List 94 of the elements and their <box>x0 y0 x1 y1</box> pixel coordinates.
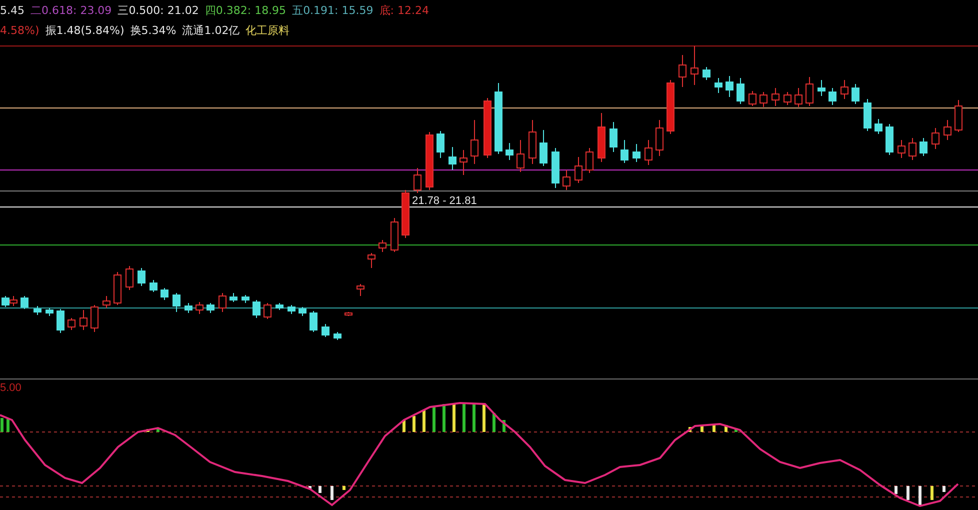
candlestick <box>620 140 628 164</box>
quote-info-text: 振1.48(5.84%) <box>45 22 124 38</box>
candlestick <box>818 80 826 96</box>
candlestick <box>678 54 686 88</box>
candlestick <box>414 168 422 194</box>
candlestick <box>840 80 848 100</box>
candlestick <box>80 310 88 330</box>
candlestick <box>632 144 640 162</box>
candlestick <box>954 100 962 132</box>
candlestick <box>426 132 434 190</box>
candlestick <box>344 312 352 316</box>
candlestick <box>702 66 710 80</box>
quote-info-text: 4.58%) <box>0 24 40 36</box>
candlestick <box>610 122 618 152</box>
candlestick <box>644 140 652 166</box>
candlestick <box>460 150 468 176</box>
price-range-label: 21.78 - 21.81 <box>412 195 477 207</box>
candlestick <box>598 112 606 162</box>
quote-info-text: 换5.34% <box>130 22 176 38</box>
candlestick <box>852 84 860 104</box>
candlestick <box>206 302 214 314</box>
candlestick <box>874 118 882 134</box>
fib-level-label: 二0.618: 23.09 <box>30 2 112 18</box>
candlestick <box>886 124 894 156</box>
fib-level-label: 五0.191: 15.59 <box>292 2 374 18</box>
candlestick <box>126 266 134 290</box>
candlestick <box>56 308 64 334</box>
candlestick <box>806 76 814 106</box>
candlestick <box>102 296 110 308</box>
candlestick <box>150 280 158 292</box>
candlestick <box>230 292 238 302</box>
candlestick <box>334 332 342 340</box>
candlestick <box>920 138 928 156</box>
candlestick <box>184 302 192 314</box>
candlestick <box>828 88 836 106</box>
candlestick <box>402 190 410 238</box>
candlestick <box>470 120 478 164</box>
candlestick <box>562 170 570 190</box>
candlestick <box>784 92 792 106</box>
candlestick <box>68 318 76 330</box>
candlestick <box>690 46 698 86</box>
candlestick <box>666 80 674 134</box>
candlestick <box>242 294 250 304</box>
candlestick <box>794 88 802 108</box>
candlestick <box>356 284 364 296</box>
candlestick <box>322 324 330 338</box>
candlestick <box>516 140 524 172</box>
candlestick <box>586 148 594 174</box>
candlestick <box>368 252 376 268</box>
candlestick <box>264 302 272 320</box>
quote-info-text: 流通1.02亿 <box>182 22 240 38</box>
candlestick <box>908 138 916 160</box>
candlestick <box>528 120 536 164</box>
candlestick <box>552 148 560 188</box>
candlestick <box>436 130 444 158</box>
candlestick <box>138 268 146 286</box>
candlestick <box>218 292 226 312</box>
fib-level-label: 5.45 <box>0 4 24 16</box>
candlestick <box>20 296 28 310</box>
candlestick <box>46 308 54 316</box>
candlestick <box>298 306 306 316</box>
candlestick <box>714 78 722 94</box>
candlestick <box>932 128 940 150</box>
fib-level-label: 底: 12.24 <box>379 2 429 18</box>
candlestick <box>726 76 734 98</box>
candlestick <box>484 98 492 158</box>
candlestick <box>494 82 502 154</box>
candlestick <box>772 88 780 106</box>
candlestick <box>760 92 768 108</box>
candlestick <box>160 288 168 300</box>
candlestick <box>944 120 952 140</box>
candlestick <box>736 78 744 104</box>
candlestick <box>448 146 456 170</box>
candlestick <box>506 142 514 160</box>
candlestick <box>864 98 872 132</box>
indicator-scale-label: 5.00 <box>0 382 22 394</box>
candlestick <box>288 304 296 314</box>
candlestick <box>574 156 582 184</box>
quote-info-text: 化工原料 <box>246 22 290 38</box>
candlestick <box>390 218 398 252</box>
candlestick <box>114 272 122 306</box>
candlestick <box>748 90 756 106</box>
candlestick <box>172 292 180 312</box>
candlestick <box>276 302 284 310</box>
candlestick <box>196 302 204 314</box>
candlestick <box>90 304 98 332</box>
candlestick <box>252 300 260 318</box>
candlestick <box>540 130 548 166</box>
candlestick <box>656 120 664 156</box>
candlestick <box>310 310 318 332</box>
candlestick <box>378 240 386 252</box>
candlestick <box>898 140 906 158</box>
fib-level-label: 三0.500: 21.02 <box>118 2 199 18</box>
fib-level-label: 四0.382: 18.95 <box>204 2 286 18</box>
